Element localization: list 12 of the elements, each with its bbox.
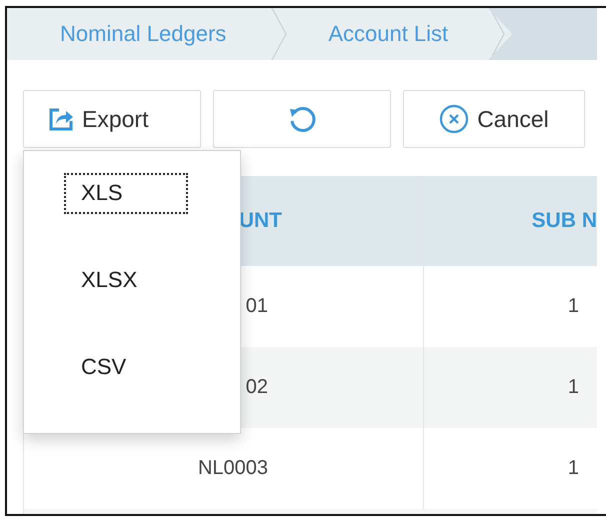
menu-item[interactable]: CSV	[64, 346, 188, 388]
chevron-divider-icon	[270, 8, 288, 60]
table-cell-text: 1	[566, 375, 580, 400]
menu-item[interactable]: XLS	[64, 173, 188, 214]
refresh-button[interactable]	[213, 90, 391, 148]
cancel-icon	[439, 104, 470, 134]
refresh-icon	[287, 104, 317, 134]
table-cell-text: 1	[566, 456, 580, 481]
export-icon	[48, 106, 74, 132]
table-cell-text: 1	[566, 294, 580, 319]
export-button[interactable]: Export	[23, 90, 201, 148]
cancel-button[interactable]: Cancel	[403, 90, 585, 148]
